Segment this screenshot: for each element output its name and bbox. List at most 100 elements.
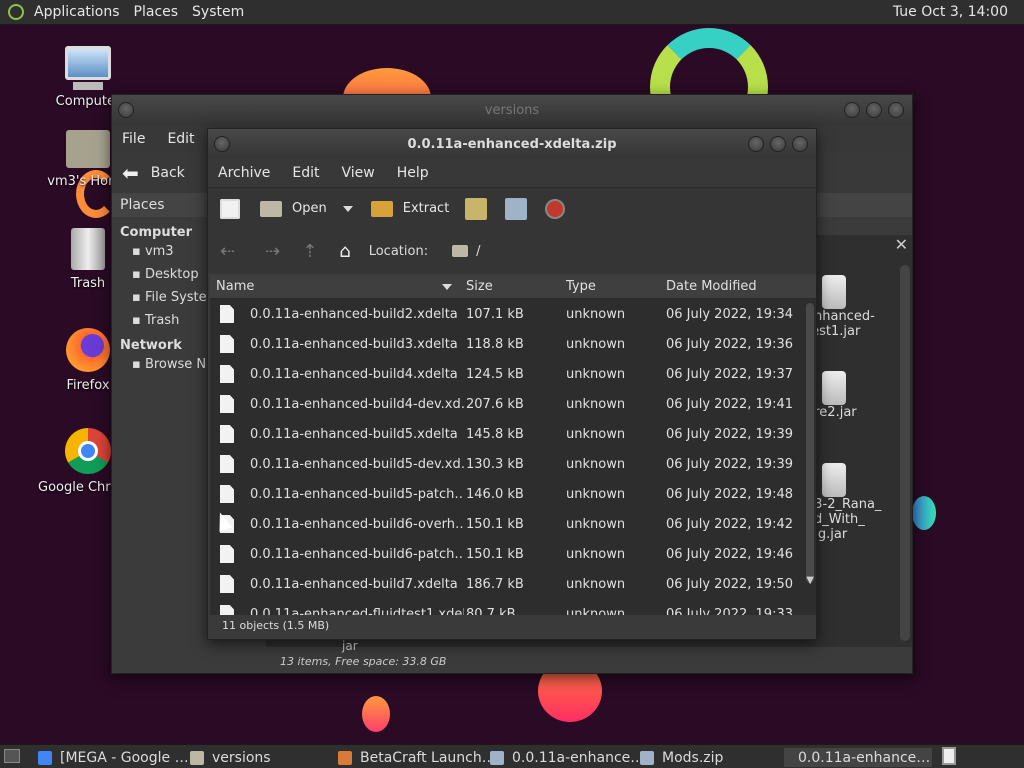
versions-statusbar: 13 items, Free space: 33.8 GB (280, 655, 447, 668)
add-files-icon[interactable] (465, 197, 488, 220)
taskbar-item[interactable]: Mods.zip (640, 748, 723, 767)
places-label[interactable]: Places (120, 197, 165, 213)
cell-size: 145.8 kB (466, 426, 524, 442)
location-path[interactable]: / (476, 244, 480, 259)
cell-name: 0.0.11a-enhanced-build6-patch… (250, 546, 464, 562)
taskbar-item[interactable]: versions (190, 748, 271, 767)
menu-file[interactable]: File (122, 131, 145, 147)
distro-logo-icon[interactable] (8, 4, 24, 20)
applications-menu[interactable]: Applications (34, 4, 120, 20)
back-arrow-icon[interactable]: ⇠ (220, 241, 235, 262)
table-row[interactable]: 0.0.11a-enhanced-build6-patch… 150.1 kB un… (210, 539, 800, 569)
wallpaper-small-blob (362, 696, 390, 732)
maximize-button[interactable] (866, 102, 882, 118)
table-row[interactable]: 0.0.11a-enhanced-build7.xdelta 186.7 kB un… (210, 569, 800, 599)
window-title: versions (484, 102, 540, 118)
add-folder-icon[interactable] (505, 197, 528, 220)
menu-archive[interactable]: Archive (218, 165, 270, 181)
taskbar-item-label: Mods.zip (662, 749, 724, 766)
table-row[interactable]: 0.0.11a-enhanced-build3.xdelta 118.8 kB un… (210, 329, 800, 359)
window-menu-button[interactable] (214, 136, 230, 152)
clock[interactable]: Tue Oct 3, 14:00 (893, 4, 1008, 20)
network-icon: ▪ (132, 357, 145, 372)
cell-type: unknown (566, 366, 626, 382)
open-dropdown-icon[interactable] (342, 205, 353, 212)
file-icon (220, 365, 234, 383)
column-name[interactable]: Name (216, 279, 254, 294)
open-button[interactable]: Open (292, 201, 327, 216)
cell-name: 0.0.11a-enhanced-build6-overh… (250, 516, 464, 532)
cell-name: 0.0.11a-enhanced-build7.xdelta (250, 576, 458, 592)
column-date[interactable]: Date Modified (666, 279, 757, 294)
new-archive-icon[interactable] (220, 198, 240, 219)
table-row[interactable]: 0.0.11a-enhanced-build4-dev.xd… 207.6 kB u… (210, 389, 800, 419)
scroll-down-icon[interactable]: ▼ (806, 575, 814, 586)
places-menu[interactable]: Places (134, 4, 179, 20)
taskbar-item-label: 0.0.11a-enhance… (798, 749, 931, 766)
location-bar: ⇠ ⇢ ⇡ ⌂ Location: / (208, 229, 816, 273)
archive-statusbar: 11 objects (1.5 MB) (222, 619, 330, 632)
sort-desc-icon (442, 284, 452, 290)
menu-help[interactable]: Help (397, 165, 429, 181)
column-type[interactable]: Type (566, 279, 596, 294)
close-button[interactable] (888, 102, 904, 118)
taskbar-item[interactable]: [MEGA - Google … (38, 748, 189, 767)
partial-file-label: jar (342, 639, 358, 653)
close-button[interactable] (792, 136, 808, 152)
taskbar-item-label: BetaCraft Launch… (360, 749, 496, 766)
maximize-button[interactable] (770, 136, 786, 152)
window-menu-button[interactable] (118, 102, 134, 118)
open-folder-icon[interactable] (260, 200, 282, 217)
versions-titlebar[interactable]: versions (112, 95, 912, 125)
cell-date: 06 July 2022, 19:41 (666, 396, 793, 412)
taskbar-item[interactable]: 0.0.11a-enhance… (784, 748, 932, 767)
cell-type: unknown (566, 516, 626, 532)
sidebar-item-label: Trash (144, 313, 180, 328)
menu-view[interactable]: View (342, 165, 375, 181)
table-row[interactable]: 0.0.11a-enhanced-build6-overh… 150.1 kB un… (210, 509, 800, 539)
close-pane-icon[interactable]: ✕ (895, 235, 908, 254)
file-label: ing.jar (806, 527, 848, 542)
column-size[interactable]: Size (466, 279, 493, 294)
table-row[interactable]: 0.0.11a-enhanced-fluidtest1.xdelta 80.7 k… (210, 599, 800, 615)
location-label: Location: (368, 243, 429, 259)
file-icon (220, 485, 234, 503)
file-label: 23-2_Rana_ (806, 497, 882, 512)
file-item[interactable]: 23-2_Rana_ ed_With_ ing.jar (806, 463, 881, 542)
scrollbar[interactable] (900, 265, 910, 641)
extract-button[interactable]: Extract (403, 201, 450, 216)
show-desktop-icon[interactable] (4, 749, 20, 763)
up-arrow-icon[interactable]: ⇡ (302, 241, 317, 262)
table-row[interactable]: 0.0.11a-enhanced-build5-patch… 146.0 kB un… (210, 479, 800, 509)
forward-arrow-icon[interactable]: ⇢ (265, 241, 280, 262)
cell-size: 186.7 kB (466, 576, 524, 592)
file-icon (220, 575, 234, 593)
trash-icon (71, 228, 105, 270)
taskbar-item[interactable]: 0.0.11a-enhance… (490, 748, 644, 767)
cell-type: unknown (566, 396, 626, 412)
stop-icon[interactable] (545, 198, 566, 219)
workspace-switcher[interactable] (942, 747, 956, 765)
table-row[interactable]: 0.0.11a-enhanced-build5.xdelta 145.8 kB un… (210, 419, 800, 449)
back-button[interactable]: Back (151, 165, 185, 181)
system-menu[interactable]: System (192, 4, 244, 20)
file-icon (220, 305, 234, 323)
file-rows: 0.0.11a-enhanced-build2.xdelta 107.1 kB un… (210, 299, 806, 615)
taskbar-item[interactable]: BetaCraft Launch… (338, 748, 496, 767)
menu-edit[interactable]: Edit (167, 131, 194, 147)
minimize-button[interactable] (844, 102, 860, 118)
table-row[interactable]: 0.0.11a-enhanced-build4.xdelta 124.5 kB un… (210, 359, 800, 389)
menu-edit[interactable]: Edit (292, 165, 319, 181)
taskbar-item-label: versions (212, 749, 271, 766)
cell-size: 150.1 kB (466, 546, 524, 562)
table-row[interactable]: 0.0.11a-enhanced-build5-dev.xd… 130.3 kB u… (210, 449, 800, 479)
computer-icon (65, 46, 111, 80)
archive-titlebar[interactable]: 0.0.11a-enhanced-xdelta.zip (208, 129, 816, 159)
minimize-button[interactable] (748, 136, 764, 152)
scrollbar[interactable] (806, 303, 814, 583)
top-panel: Applications Places System Tue Oct 3, 14… (0, 0, 1024, 25)
extract-icon[interactable] (370, 200, 393, 217)
table-row[interactable]: 0.0.11a-enhanced-build2.xdelta 107.1 kB un… (210, 299, 800, 329)
home-icon[interactable]: ⌂ (339, 241, 350, 262)
cell-size: 124.5 kB (466, 366, 524, 382)
